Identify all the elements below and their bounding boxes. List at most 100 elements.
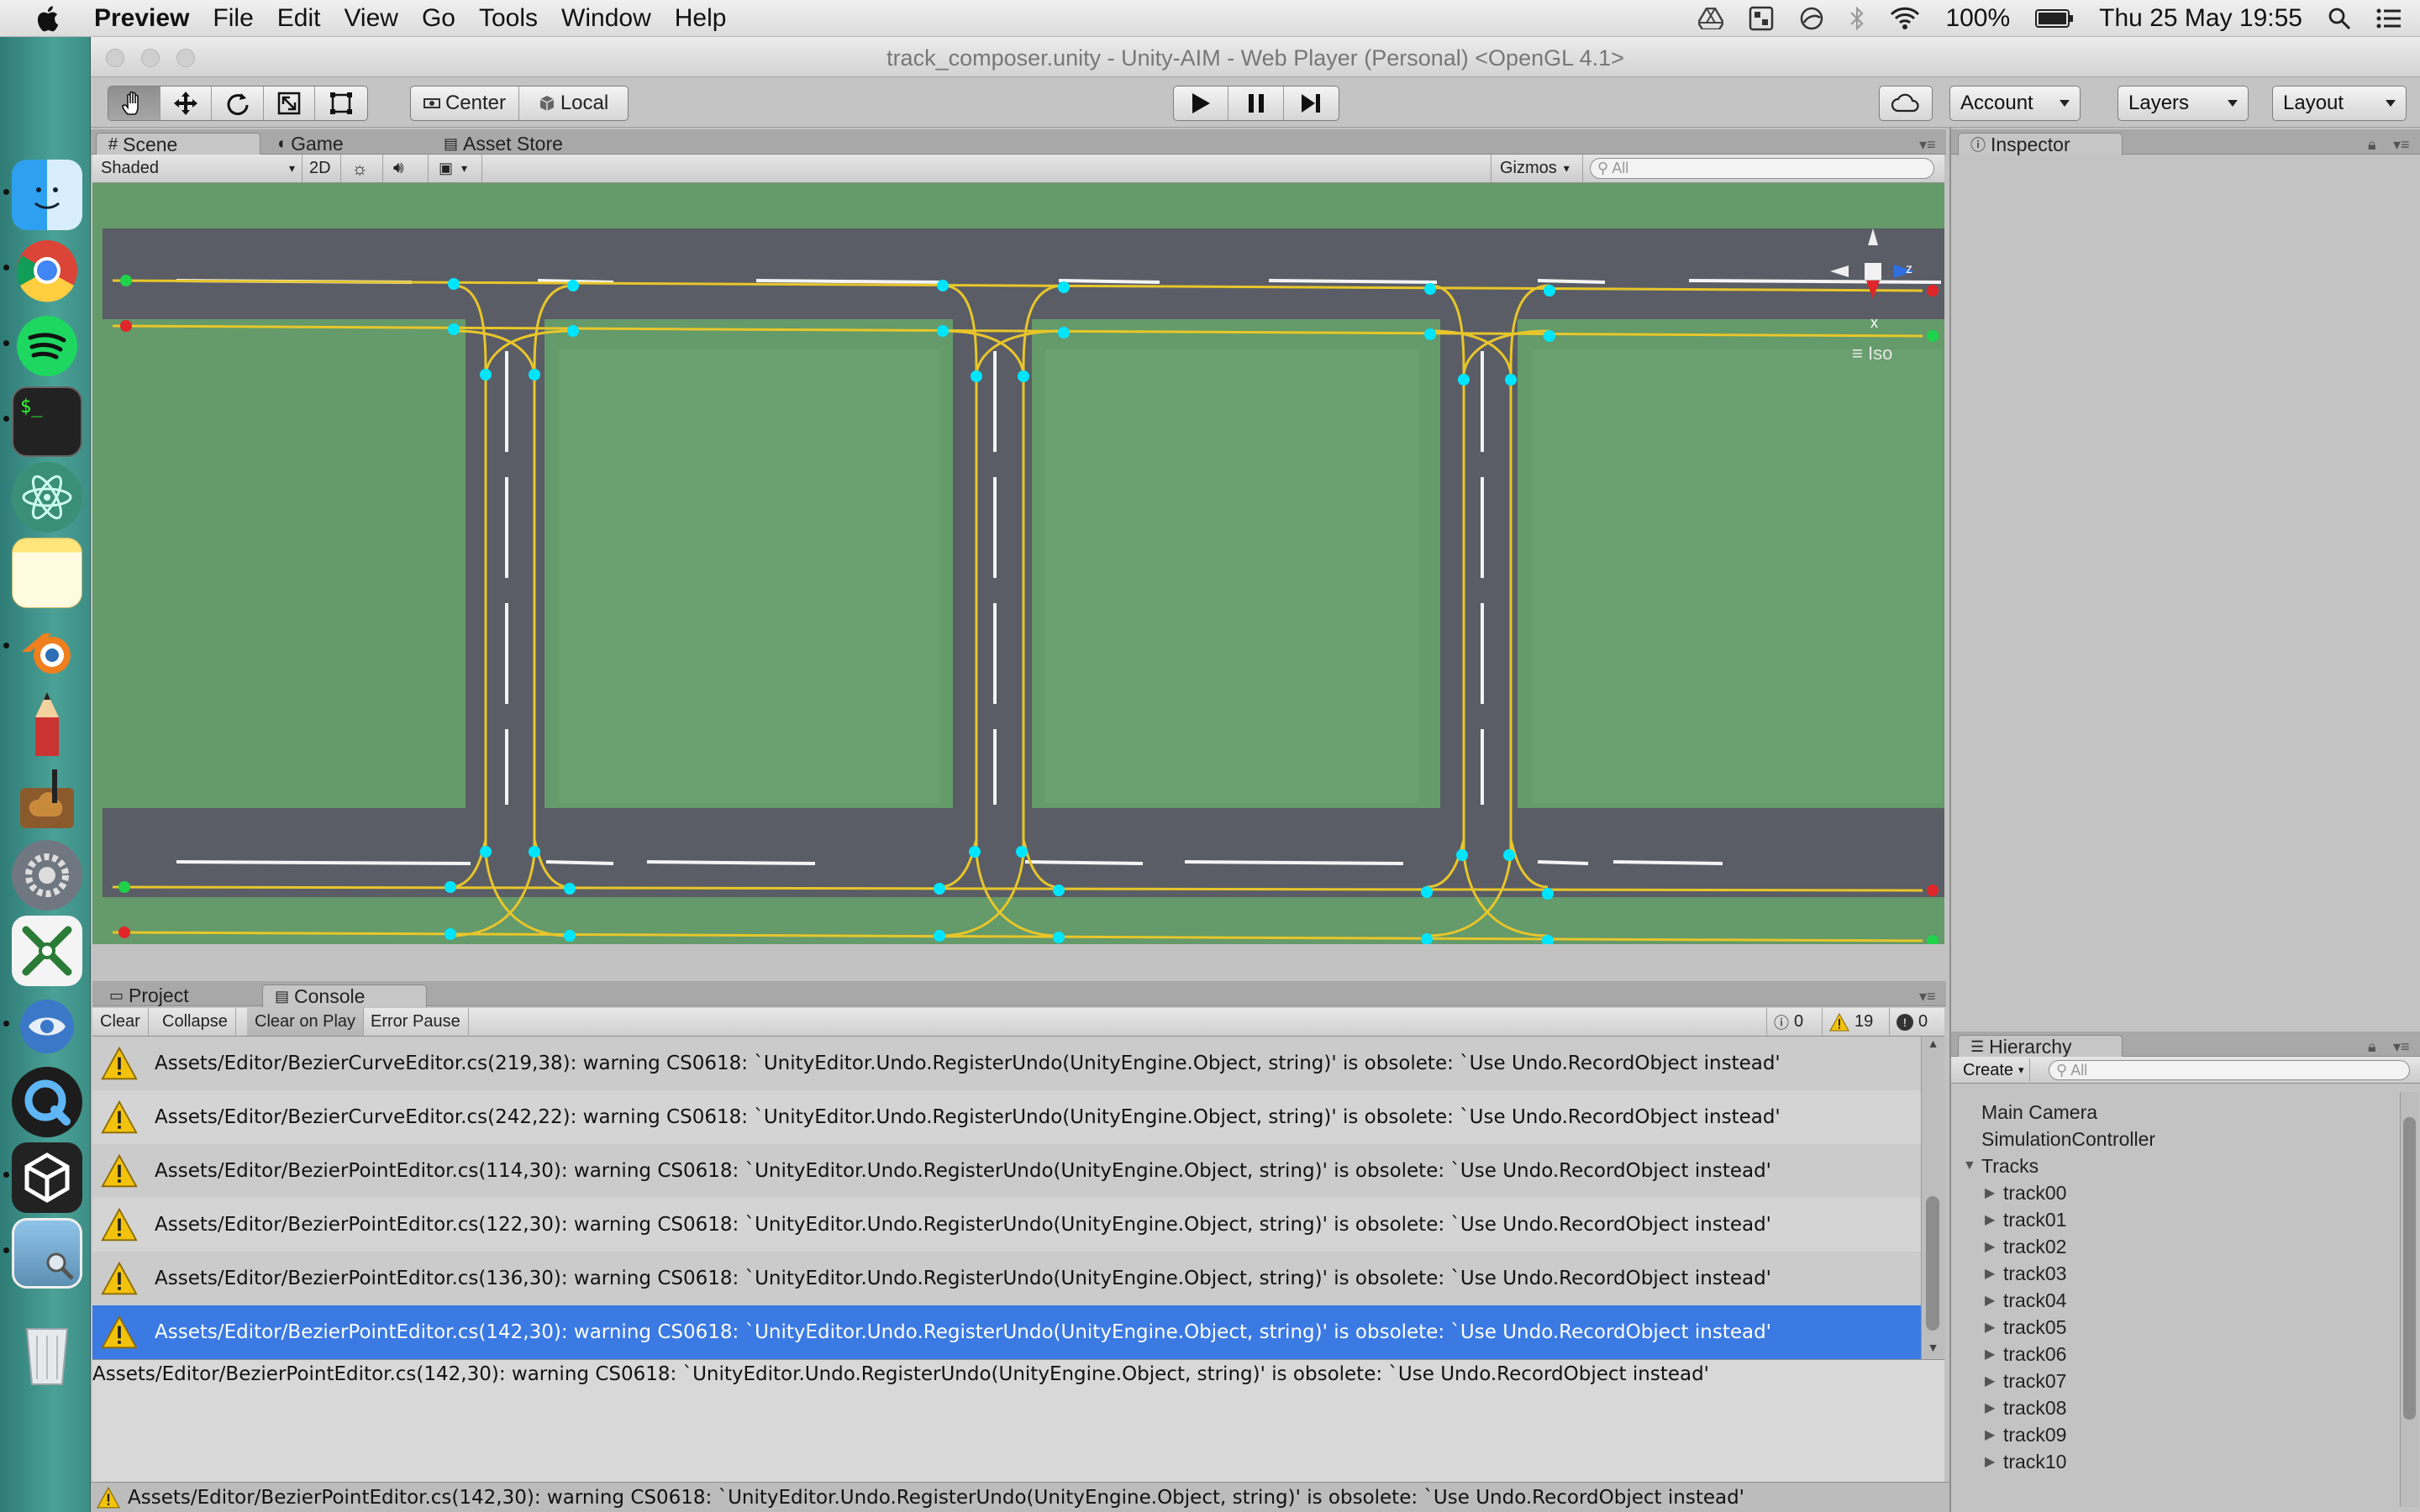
- clear-on-play-toggle[interactable]: Clear on Play: [247, 1008, 365, 1036]
- tab-asset-store[interactable]: ▤ Asset Store: [432, 133, 634, 155]
- notification-center-icon[interactable]: [2376, 8, 2402, 29]
- screen-share-icon[interactable]: [1749, 6, 1774, 31]
- panel-menu-icon[interactable]: ▾≡: [2393, 1038, 2410, 1056]
- collapsed-arrow-icon[interactable]: ▶: [1985, 1319, 1996, 1336]
- hierarchy-scroll-thumb[interactable]: [2403, 1117, 2416, 1420]
- 2d-mode-toggle[interactable]: 2D: [302, 155, 341, 182]
- sync-icon[interactable]: [1799, 6, 1824, 31]
- hierarchy-item[interactable]: ▶ track07: [1985, 1368, 2066, 1394]
- hierarchy-item[interactable]: ▶ track00: [1985, 1179, 2066, 1206]
- hierarchy-search-input[interactable]: ⚲ All: [2049, 1060, 2410, 1080]
- hierarchy-item[interactable]: SimulationController: [1963, 1126, 2155, 1152]
- error-pause-toggle[interactable]: Error Pause: [363, 1008, 469, 1036]
- console-log-row[interactable]: Assets/Editor/BezierPointEditor.cs(142,3…: [92, 1305, 1921, 1359]
- collapsed-arrow-icon[interactable]: ▶: [1985, 1426, 1996, 1443]
- hierarchy-item[interactable]: ▶ track10: [1985, 1448, 2066, 1475]
- panel-menu-icon[interactable]: ▾≡: [1919, 136, 1936, 154]
- hierarchy-item[interactable]: ▶ track01: [1985, 1206, 2066, 1233]
- apple-icon[interactable]: [29, 4, 66, 33]
- finder-icon[interactable]: [12, 160, 82, 230]
- wifi-icon[interactable]: [1890, 7, 1920, 30]
- collapsed-arrow-icon[interactable]: ▶: [1985, 1373, 1996, 1389]
- pencil-icon[interactable]: [12, 689, 82, 759]
- collapsed-arrow-icon[interactable]: ▶: [1985, 1238, 1996, 1255]
- hierarchy-item[interactable]: ▼ Tracks: [1963, 1152, 2039, 1179]
- console-log-row[interactable]: Assets/Editor/BezierPointEditor.cs(114,3…: [92, 1144, 1921, 1198]
- info-filter-toggle[interactable]: ⓘ 0: [1766, 1008, 1810, 1036]
- collapsed-arrow-icon[interactable]: ▶: [1985, 1265, 1996, 1282]
- gizmos-dropdown[interactable]: Gizmos ▾: [1491, 155, 1583, 182]
- scene-effects-dropdown[interactable]: ▣ ▾: [429, 155, 482, 182]
- collapsed-arrow-icon[interactable]: ▶: [1985, 1292, 1996, 1309]
- scale-tool-button[interactable]: [264, 87, 316, 120]
- play-button[interactable]: [1174, 87, 1229, 120]
- remote-desktop-icon[interactable]: [12, 991, 82, 1062]
- scene-orientation-gizmo[interactable]: x z ≡ Iso: [1827, 225, 1919, 364]
- console-log-row[interactable]: Assets/Editor/BezierPointEditor.cs(136,3…: [92, 1252, 1921, 1305]
- hierarchy-item[interactable]: ▶ track02: [1985, 1233, 2066, 1260]
- pause-button[interactable]: [1228, 87, 1284, 120]
- tab-scene[interactable]: # Scene: [96, 133, 260, 155]
- console-log-row[interactable]: Assets/Editor/BezierCurveEditor.cs(242,2…: [92, 1090, 1921, 1144]
- google-drive-icon[interactable]: [1698, 8, 1724, 29]
- layout-dropdown[interactable]: Layout: [2272, 86, 2407, 121]
- hand-tool-button[interactable]: [108, 87, 160, 120]
- panel-menu-icon[interactable]: ▾≡: [1919, 988, 1936, 1005]
- menu-go[interactable]: Go: [422, 4, 455, 33]
- move-tool-button[interactable]: [160, 87, 213, 120]
- collapsed-arrow-icon[interactable]: ▶: [1985, 1211, 1996, 1228]
- status-bar[interactable]: Assets/Editor/BezierPointEditor.cs(142,3…: [91, 1482, 1949, 1512]
- console-log-row[interactable]: Assets/Editor/BezierPointEditor.cs(122,3…: [92, 1198, 1921, 1252]
- hierarchy-item[interactable]: ▶ track09: [1985, 1421, 2066, 1448]
- menubar-clock[interactable]: Thu 25 May 19:55: [2099, 4, 2302, 33]
- warning-filter-toggle[interactable]: 19: [1822, 1008, 1880, 1036]
- battery-icon[interactable]: [2035, 8, 2074, 29]
- rotate-tool-button[interactable]: [212, 87, 264, 120]
- terminal-icon[interactable]: $_: [12, 386, 82, 457]
- projection-toggle[interactable]: ≡ Iso: [1852, 343, 1892, 365]
- lock-icon[interactable]: 🔒︎: [2368, 1038, 2376, 1056]
- scene-lighting-toggle[interactable]: ☼: [341, 155, 383, 182]
- menu-file[interactable]: File: [213, 4, 253, 33]
- collapsed-arrow-icon[interactable]: ▶: [1985, 1453, 1996, 1470]
- preview-icon[interactable]: [12, 1218, 82, 1289]
- spotlight-search-icon[interactable]: [2328, 7, 2351, 30]
- expanded-arrow-icon[interactable]: ▼: [1963, 1158, 1976, 1173]
- scene-audio-toggle[interactable]: 🔊︎: [383, 155, 429, 182]
- hierarchy-item[interactable]: Main Camera: [1963, 1099, 2097, 1126]
- shading-mode-dropdown[interactable]: Shaded ▾: [92, 155, 302, 182]
- tab-project[interactable]: ▭ Project: [97, 984, 262, 1007]
- system-preferences-icon[interactable]: [12, 840, 82, 911]
- console-log-row[interactable]: Assets/Editor/BezierCurveEditor.cs(219,3…: [92, 1037, 1921, 1090]
- trash-icon[interactable]: [12, 1319, 82, 1389]
- blender-icon[interactable]: [12, 613, 82, 684]
- atom-icon[interactable]: [12, 462, 82, 533]
- console-scrollbar[interactable]: ▲ ▼: [1921, 1037, 1944, 1359]
- garageband-icon[interactable]: [12, 764, 82, 835]
- collapsed-arrow-icon[interactable]: ▶: [1985, 1399, 1996, 1416]
- hierarchy-item[interactable]: ▶ track04: [1985, 1287, 2066, 1314]
- error-filter-toggle[interactable]: ! 0: [1889, 1008, 1934, 1036]
- tab-inspector[interactable]: ⓘ Inspector: [1958, 133, 2123, 155]
- account-dropdown[interactable]: Account: [1949, 86, 2081, 121]
- pivot-center-toggle[interactable]: Center: [411, 87, 519, 120]
- tab-game[interactable]: ◖ Game: [264, 133, 429, 155]
- hierarchy-item[interactable]: ▶ track06: [1985, 1341, 2066, 1368]
- menu-tools[interactable]: Tools: [479, 4, 538, 33]
- scroll-up-arrow-icon[interactable]: ▲: [1922, 1037, 1944, 1055]
- hierarchy-item[interactable]: ▶ track03: [1985, 1260, 2066, 1287]
- menu-help[interactable]: Help: [675, 4, 727, 33]
- clear-button[interactable]: Clear: [92, 1008, 149, 1036]
- bluetooth-icon[interactable]: [1849, 6, 1865, 31]
- scene-viewport[interactable]: x z ≡ Iso: [92, 183, 1944, 976]
- menu-app-name[interactable]: Preview: [94, 4, 189, 33]
- cloud-services-button[interactable]: [1879, 86, 1933, 121]
- menu-edit[interactable]: Edit: [277, 4, 321, 33]
- scroll-down-arrow-icon[interactable]: ▼: [1922, 1341, 1944, 1359]
- create-dropdown[interactable]: Create ▾: [1958, 1058, 2030, 1082]
- hierarchy-item[interactable]: ▶ track05: [1985, 1314, 2066, 1341]
- notes-icon[interactable]: [12, 538, 82, 608]
- panel-menu-icon[interactable]: ▾≡: [2393, 136, 2410, 154]
- console-scroll-thumb[interactable]: [1926, 1196, 1939, 1331]
- collapse-button[interactable]: Collapse: [155, 1008, 236, 1036]
